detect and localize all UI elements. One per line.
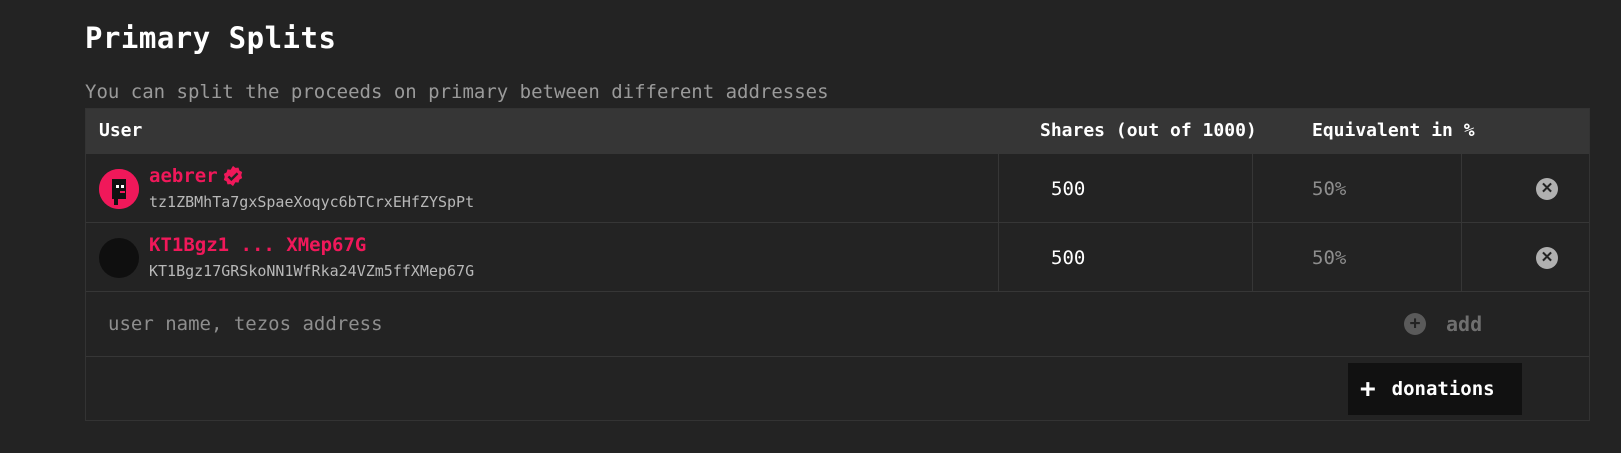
add-collaborator-row: + add (86, 291, 1589, 356)
table-row: aebrer tz1ZBMhTa7gxSpaeXoqyc6bTCrxEHfZYS… (86, 153, 1589, 222)
user-name-link[interactable]: KT1Bgz1 ... XMep67G (149, 232, 366, 258)
table-row: KT1Bgz1 ... XMep67G KT1Bgz17GRSkoNN1WfRk… (86, 222, 1589, 291)
verified-badge-icon (223, 165, 242, 187)
add-button[interactable]: + add (1404, 312, 1482, 336)
user-address: tz1ZBMhTa7gxSpaeXoqyc6bTCrxEHfZYSpPt (149, 193, 475, 211)
avatar (99, 169, 139, 209)
plus-circle-icon: + (1404, 313, 1426, 335)
avatar (99, 238, 139, 278)
splits-table: User Shares (out of 1000) Equivalent in … (85, 108, 1590, 421)
table-header: User Shares (out of 1000) Equivalent in … (86, 109, 1589, 153)
user-name-link[interactable]: aebrer (149, 163, 244, 189)
cell-divider (998, 223, 999, 291)
cell-divider (998, 154, 999, 222)
column-header-percent: Equivalent in % (1312, 120, 1475, 141)
page-title: Primary Splits (85, 21, 337, 55)
percent-value: 50% (1312, 247, 1347, 269)
close-icon: ✕ (1540, 249, 1554, 266)
shares-value[interactable]: 500 (1051, 246, 1085, 270)
primary-splits-section: Primary Splits You can split the proceed… (85, 18, 1590, 421)
cell-divider (1252, 223, 1253, 291)
user-address: KT1Bgz17GRSkoNN1WfRka24VZm5ffXMep67G (149, 262, 475, 280)
plus-icon: + (1360, 374, 1376, 404)
table-footer: + donations (86, 356, 1589, 420)
cell-divider (1461, 154, 1462, 222)
shares-value[interactable]: 500 (1051, 177, 1085, 201)
percent-value: 50% (1312, 178, 1347, 200)
donations-button[interactable]: + donations (1348, 363, 1522, 415)
page-subtitle: You can split the proceeds on primary be… (85, 81, 829, 103)
donations-label: donations (1391, 378, 1495, 400)
cell-divider (1461, 223, 1462, 291)
column-header-shares: Shares (out of 1000) (1040, 120, 1257, 141)
search-input[interactable] (98, 304, 1378, 344)
remove-row-button[interactable]: ✕ (1536, 178, 1558, 200)
column-header-user: User (99, 120, 143, 141)
add-button-label: add (1446, 312, 1483, 336)
user-name: KT1Bgz1 ... XMep67G (149, 234, 367, 256)
cell-divider (1252, 154, 1253, 222)
close-icon: ✕ (1540, 180, 1554, 197)
user-name: aebrer (149, 165, 218, 187)
remove-row-button[interactable]: ✕ (1536, 247, 1558, 269)
